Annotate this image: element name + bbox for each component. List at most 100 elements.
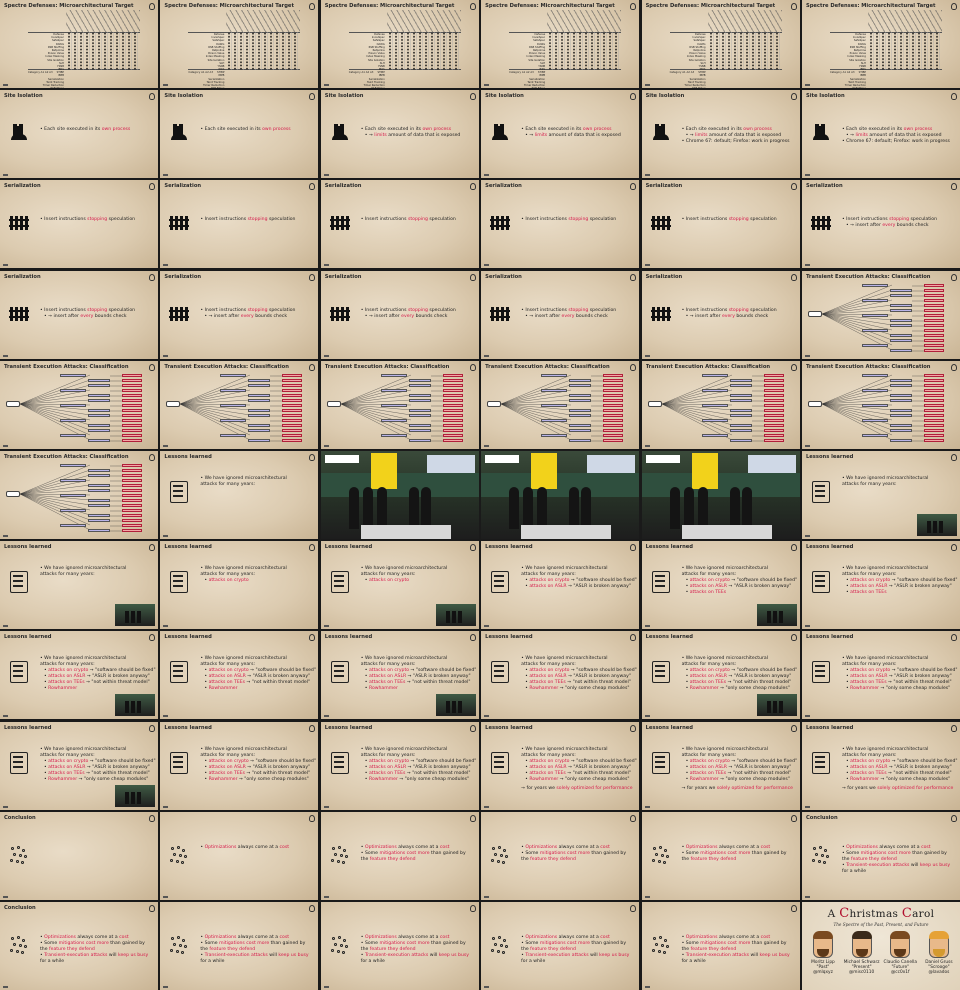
checklist-icon bbox=[10, 661, 28, 684]
slide-thumbnail[interactable]: Spectre Defenses: Microarchitectural Tar… bbox=[801, 0, 960, 88]
text-run: attacks on TEEs bbox=[208, 680, 246, 686]
slide-thumbnail[interactable]: Lessons learned We have ignored microarch… bbox=[320, 541, 479, 630]
slide-thumbnail[interactable]: Serialization Insert instructions stoppin… bbox=[481, 180, 640, 269]
slide-thumbnail[interactable]: Site Isolation Each site executed in its … bbox=[320, 90, 479, 179]
bullet-item: We have ignored microarchitectural attac… bbox=[361, 747, 457, 759]
checklist-icon bbox=[651, 571, 670, 594]
text-run: Some bbox=[44, 940, 59, 946]
slide-thumbnail[interactable]: Optimizations always come at a costSome … bbox=[320, 811, 479, 900]
slide-page-marker bbox=[3, 264, 8, 267]
christmas-carol-title-slide[interactable]: A Christmas Carol The Spectre of the Past… bbox=[801, 901, 960, 990]
slide-thumbnail[interactable]: Spectre Defenses: Microarchitectural Tar… bbox=[160, 0, 319, 88]
video-frame-thumbnail[interactable] bbox=[481, 450, 640, 539]
slide-thumbnail[interactable]: Transient Execution Attacks: Classificat… bbox=[320, 360, 479, 449]
slide-thumbnail[interactable]: Transient Execution Attacks: Classificat… bbox=[801, 270, 960, 359]
slide-thumbnail[interactable]: Site Isolation Each site executed in its … bbox=[641, 90, 800, 179]
slide-thumbnail[interactable]: Optimizations always come at a costSome … bbox=[320, 901, 479, 990]
slide-thumbnail[interactable]: Serialization Insert instructions stoppin… bbox=[160, 270, 319, 359]
slide-thumbnail[interactable]: Conclusion Optimizations always come at a… bbox=[801, 811, 960, 900]
slide-thumbnail[interactable]: Lessons learned We have ignored microarch… bbox=[801, 541, 960, 630]
slide-thumbnail[interactable]: Serialization Insert instructions stoppin… bbox=[481, 270, 640, 359]
slide-page-marker bbox=[804, 84, 810, 86]
slide-thumbnail[interactable]: Lessons learned We have ignored microarch… bbox=[320, 631, 479, 720]
slide-thumbnail[interactable]: Optimizations always come at a costSome … bbox=[160, 901, 319, 990]
slide-thumbnail[interactable]: Serialization Insert instructions stoppin… bbox=[320, 270, 479, 359]
slide-thumbnail[interactable]: Spectre Defenses: Microarchitectural Tar… bbox=[641, 0, 800, 88]
slide-thumbnail[interactable]: Lessons learned We have ignored microarch… bbox=[320, 721, 479, 810]
video-frame-thumbnail[interactable] bbox=[320, 450, 479, 539]
slide-thumbnail[interactable]: Serialization Insert instructions stoppin… bbox=[0, 270, 158, 359]
text-run: Some bbox=[364, 940, 380, 946]
slide-thumbnail[interactable]: Serialization Insert instructions stoppin… bbox=[0, 180, 158, 269]
slide-thumbnail[interactable]: Lessons learned We have ignored microarch… bbox=[160, 721, 319, 810]
attack-leaf bbox=[923, 343, 944, 347]
attack-leaf bbox=[923, 403, 944, 407]
slide-thumbnail[interactable]: Lessons learned We have ignored microarch… bbox=[0, 631, 158, 720]
slide-thumbnail[interactable]: Optimizations always come at a costSome … bbox=[481, 811, 640, 900]
text-run: → "software should be fixed" bbox=[890, 668, 958, 674]
ghost-logo-icon bbox=[469, 634, 476, 642]
video-frame-thumbnail[interactable] bbox=[641, 450, 800, 539]
slide-thumbnail[interactable]: Lessons learned We have ignored microarch… bbox=[641, 541, 800, 630]
slide-thumbnail[interactable]: Lessons learned We have ignored microarch… bbox=[160, 450, 319, 539]
slide-thumbnail[interactable]: Lessons learned We have ignored microarch… bbox=[481, 631, 640, 720]
attack-leaf bbox=[603, 403, 624, 407]
slide-thumbnail[interactable]: Conclusion bbox=[0, 811, 158, 900]
attack-leaf bbox=[122, 413, 142, 417]
slide-thumbnail[interactable]: Transient Execution Attacks: Classificat… bbox=[801, 360, 960, 449]
ghost-logo-icon bbox=[149, 453, 155, 461]
ghost-logo-icon bbox=[149, 183, 155, 191]
slide-thumbnail[interactable]: Transient Execution Attacks: Classificat… bbox=[160, 360, 319, 449]
slide-thumbnail[interactable]: Lessons learned We have ignored microarch… bbox=[160, 631, 319, 720]
bullet-list: We have ignored microarchitectural attac… bbox=[361, 747, 477, 783]
slide-thumbnail[interactable]: Lessons learned We have ignored microarch… bbox=[160, 541, 319, 630]
slide-thumbnail[interactable]: Transient Execution Attacks: Classificat… bbox=[481, 360, 640, 449]
text-run: bounds check bbox=[93, 313, 127, 319]
slide-title: Serialization bbox=[485, 273, 522, 280]
slide-thumbnail[interactable]: Serialization Insert instructions stoppin… bbox=[641, 270, 800, 359]
slide-thumbnail[interactable]: Spectre Defenses: Microarchitectural Tar… bbox=[320, 0, 479, 88]
slide-thumbnail[interactable]: Optimizations always come at a costSome … bbox=[481, 901, 640, 990]
slide-thumbnail[interactable]: Lessons learned We have ignored microarch… bbox=[481, 721, 640, 810]
text-run: Some bbox=[204, 940, 220, 946]
slide-thumbnail[interactable]: Lessons learned We have ignored microarch… bbox=[801, 631, 960, 720]
slide-thumbnail[interactable]: Site Isolation Each site executed in its … bbox=[481, 90, 640, 179]
slide-thumbnail[interactable]: Lessons learned We have ignored microarch… bbox=[0, 541, 158, 630]
slide-page-marker bbox=[163, 625, 169, 628]
slide-thumbnail[interactable]: Site Isolation Each site executed in its … bbox=[160, 90, 319, 179]
slide-thumbnail[interactable]: Transient Execution Attacks: Classificat… bbox=[641, 360, 800, 449]
slide-thumbnail[interactable]: Serialization Insert instructions stoppin… bbox=[641, 180, 800, 269]
slide-thumbnail[interactable]: Lessons learned We have ignored microarch… bbox=[641, 631, 800, 720]
slide-thumbnail[interactable]: Serialization Insert instructions stoppin… bbox=[160, 180, 319, 269]
text-run: feature they defend bbox=[690, 946, 737, 952]
slide-thumbnail[interactable]: Spectre Defenses: Microarchitectural Tar… bbox=[0, 0, 158, 88]
attack-leaf bbox=[603, 398, 624, 402]
slide-thumbnail[interactable]: Lessons learned We have ignored microarch… bbox=[481, 541, 640, 630]
text-run: attacks on crypto bbox=[689, 668, 730, 674]
bullet-item: → insert after every bounds check bbox=[521, 314, 635, 320]
bullet-subitem: Rowhammer → "only some cheap modules" bbox=[842, 777, 956, 783]
slide-thumbnail[interactable]: Spectre Defenses: Microarchitectural Tar… bbox=[481, 0, 640, 88]
slide-thumbnail[interactable]: Optimizations always come at a cost bbox=[160, 811, 319, 900]
text-run: bounds check bbox=[414, 313, 448, 319]
slide-thumbnail[interactable]: Serialization Insert instructions stoppin… bbox=[801, 180, 960, 269]
slide-title: Transient Execution Attacks: Classificat… bbox=[485, 363, 610, 370]
slide-title: Lessons learned bbox=[164, 634, 212, 641]
slide-thumbnail[interactable]: Lessons learned We have ignored microarch… bbox=[801, 450, 960, 539]
slide-thumbnail[interactable]: Transient Execution Attacks: Classificat… bbox=[0, 450, 158, 539]
text-run: limits bbox=[855, 133, 868, 139]
slide-thumbnail[interactable]: Lessons learned We have ignored microarch… bbox=[801, 721, 960, 810]
slide-thumbnail[interactable]: Optimizations always come at a costSome … bbox=[641, 901, 800, 990]
slide-thumbnail[interactable]: Conclusion Optimizations always come at a… bbox=[0, 901, 158, 990]
slide-thumbnail[interactable]: Lessons learned We have ignored microarch… bbox=[0, 721, 158, 810]
classification-node bbox=[701, 388, 728, 392]
slide-thumbnail[interactable]: Site Isolation Each site executed in its … bbox=[801, 90, 960, 179]
slide-thumbnail[interactable]: Site Isolation Each site executed in its … bbox=[0, 90, 158, 179]
checklist-icon bbox=[491, 661, 510, 684]
slide-thumbnail[interactable]: Serialization Insert instructions stoppin… bbox=[320, 180, 479, 269]
text-run: keep us busy bbox=[438, 952, 469, 958]
slide-thumbnail[interactable]: Transient Execution Attacks: Classificat… bbox=[0, 360, 158, 449]
text-run: → insert after bbox=[208, 313, 241, 319]
slide-thumbnail[interactable]: Optimizations always come at a costSome … bbox=[641, 811, 800, 900]
slide-thumbnail[interactable]: Lessons learned We have ignored microarch… bbox=[641, 721, 800, 810]
